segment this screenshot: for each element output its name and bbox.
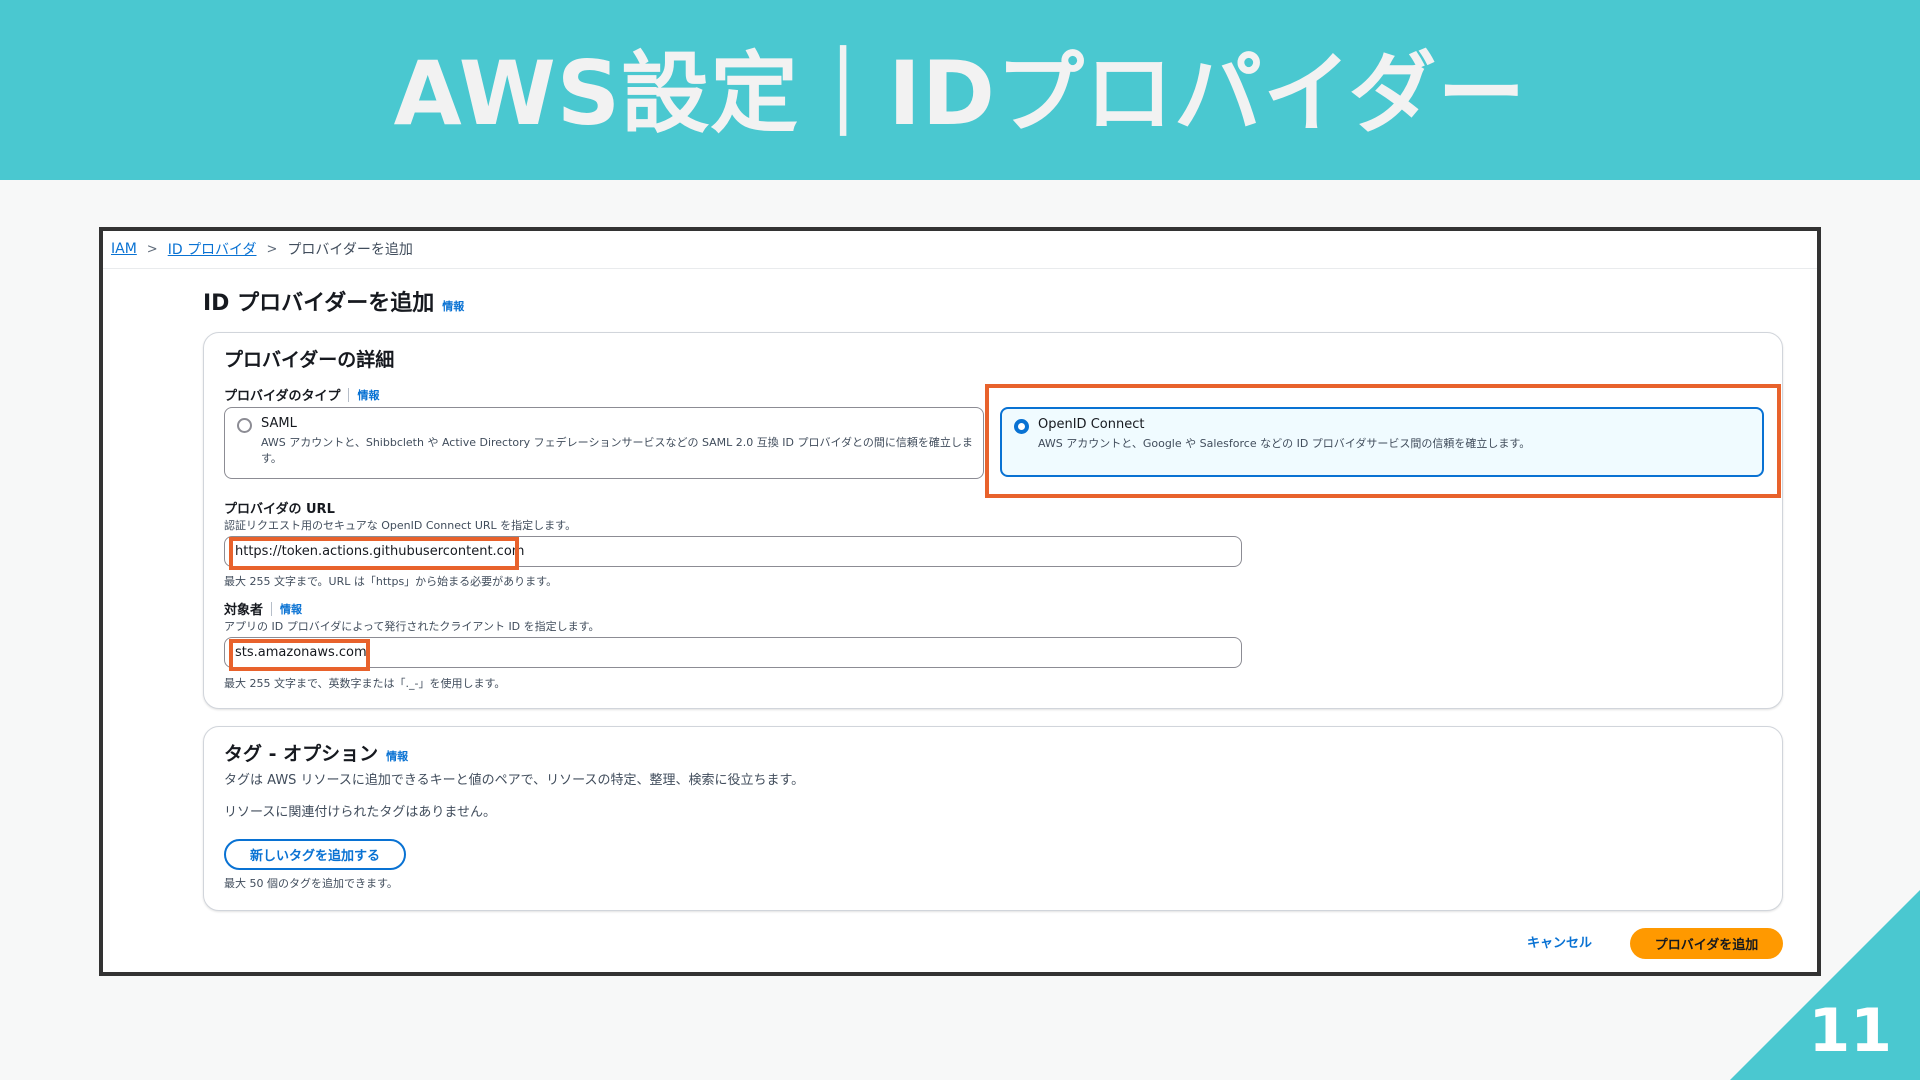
tags-empty-message: リソースに関連付けられたタグはありません。 [224, 805, 496, 820]
tags-heading-row: タグ - オプション 情報 [224, 739, 408, 766]
provider-type-info-link[interactable]: 情報 [357, 387, 379, 403]
provider-url-hint: 最大 255 文字まで。URL は「https」から始まる必要があります。 [224, 575, 558, 588]
breadcrumb: IAM > ID プロバイダ > プロバイダーを追加 [111, 239, 413, 259]
audience-highlight [229, 639, 370, 671]
tags-panel: タグ - オプション 情報 タグは AWS リソースに追加できるキーと値のペアで… [203, 726, 1783, 911]
info-link[interactable]: 情報 [442, 298, 464, 314]
tags-limit-hint: 最大 50 個のタグを追加できます。 [224, 877, 398, 890]
tags-info-link[interactable]: 情報 [386, 748, 408, 764]
provider-type-label: プロバイダのタイプ 情報 [224, 387, 380, 404]
chevron-right-icon: > [266, 241, 278, 257]
saml-description: AWS アカウントと、Shibbcleth や Active Directory… [261, 436, 973, 465]
saml-radio[interactable] [237, 418, 252, 433]
breadcrumb-current: プロバイダーを追加 [287, 242, 413, 258]
audience-description: アプリの ID プロバイダによって発行されたクライアント ID を指定します。 [224, 620, 600, 633]
page-heading: ID プロバイダーを追加 情報 [203, 285, 464, 317]
audience-info-link[interactable]: 情報 [280, 601, 302, 617]
cancel-button[interactable]: キャンセル [1527, 932, 1592, 951]
slide-header: AWS設定｜IDプロパイダー [0, 0, 1920, 180]
page-number: 11 [1808, 996, 1893, 1066]
audience-hint: 最大 255 文字まで、英数字または「._-」を使用します。 [224, 677, 506, 690]
breadcrumb-divider [103, 268, 1817, 269]
tags-heading: タグ - オプション [224, 743, 379, 765]
tags-description: タグは AWS リソースに追加できるキーと値のペアで、リソースの特定、整理、検索… [224, 773, 805, 788]
breadcrumb-iam[interactable]: IAM [111, 241, 137, 257]
aws-console-screenshot: IAM > ID プロバイダ > プロバイダーを追加 ID プロバイダーを追加 … [99, 227, 1821, 976]
audience-label: 対象者 情報 [224, 601, 303, 618]
audience-input[interactable]: sts.amazonaws.com [224, 637, 1242, 668]
provider-details-heading: プロバイダーの詳細 [224, 349, 395, 371]
saml-title: SAML [261, 416, 297, 431]
provider-url-highlight [229, 537, 519, 570]
openid-connect-highlight [985, 384, 1781, 498]
saml-option-tile[interactable]: SAML AWS アカウントと、Shibbcleth や Active Dire… [224, 407, 984, 479]
slide-title: AWS設定｜IDプロパイダー [393, 41, 1527, 145]
provider-url-label: プロバイダの URL [224, 502, 335, 517]
provider-url-description: 認証リクエスト用のセキュアな OpenID Connect URL を指定します… [224, 519, 577, 532]
chevron-right-icon: > [146, 241, 158, 257]
add-tag-button[interactable]: 新しいタグを追加する [224, 839, 406, 870]
page-title: ID プロバイダーを追加 [203, 291, 435, 316]
breadcrumb-id-providers[interactable]: ID プロバイダ [168, 239, 257, 259]
